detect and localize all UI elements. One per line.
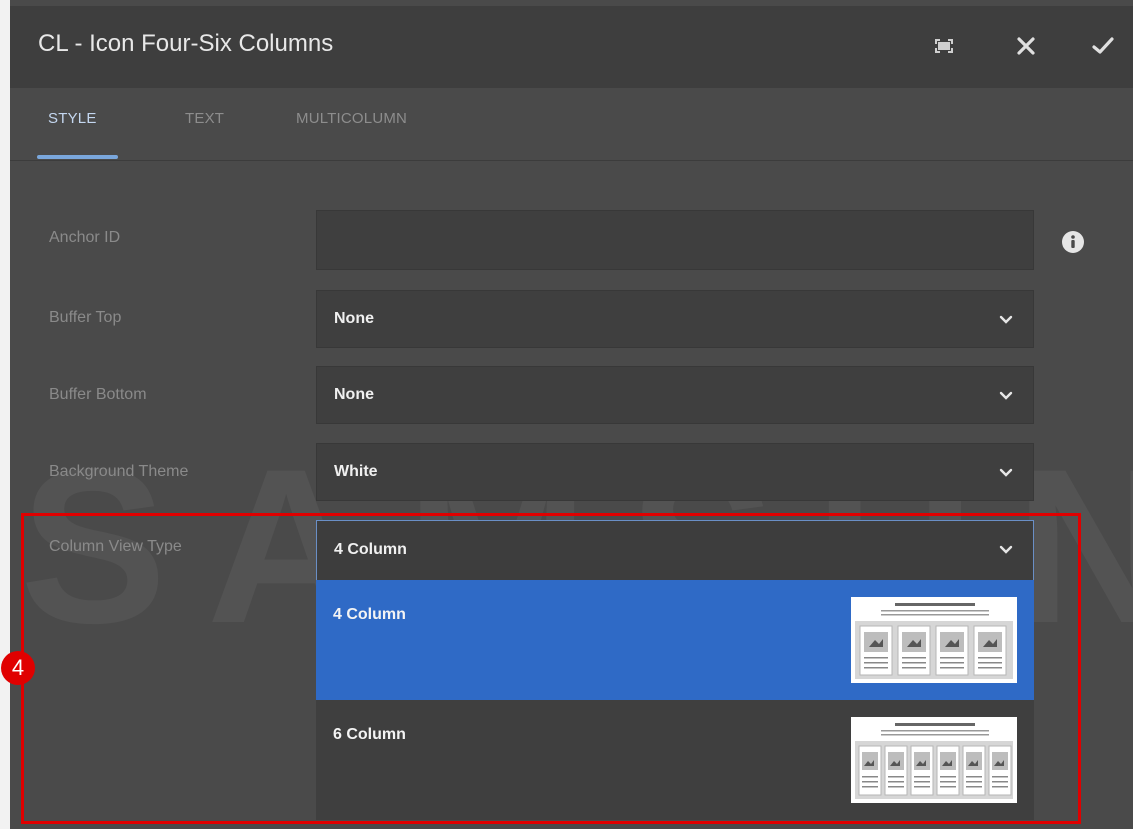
background-theme-label: Background Theme: [49, 463, 189, 480]
active-tab-indicator: [37, 155, 118, 159]
tab-text[interactable]: TEXT: [185, 110, 224, 127]
tab-bar: STYLE TEXT MULTICOLUMN: [10, 88, 1133, 161]
confirm-button[interactable]: [1087, 30, 1119, 62]
left-edge: [0, 0, 10, 829]
buffer-bottom-label: Buffer Bottom: [49, 386, 147, 403]
anchor-id-input[interactable]: [316, 210, 1034, 270]
anchor-id-label: Anchor ID: [49, 229, 121, 246]
buffer-top-label: Buffer Top: [49, 309, 122, 326]
checkmark-icon: [1092, 37, 1114, 54]
fullscreen-icon: [935, 39, 953, 53]
tab-style[interactable]: STYLE: [48, 110, 97, 127]
chevron-down-icon: [999, 315, 1013, 324]
chevron-down-icon: [999, 468, 1013, 477]
dialog-title: CL - Icon Four-Six Columns: [38, 30, 334, 57]
fullscreen-button[interactable]: [928, 30, 960, 62]
buffer-bottom-value: None: [334, 386, 374, 403]
close-icon: [1017, 37, 1035, 55]
buffer-top-value: None: [334, 310, 374, 327]
dialog-header: CL - Icon Four-Six Columns: [10, 6, 1133, 88]
annotation-highlight-box: [21, 513, 1081, 824]
background-theme-value: White: [334, 463, 378, 480]
annotation-badge: 4: [1, 651, 35, 685]
tab-multicolumn[interactable]: MULTICOLUMN: [296, 110, 407, 127]
buffer-top-select[interactable]: None: [316, 290, 1034, 348]
background-theme-select[interactable]: White: [316, 443, 1034, 501]
close-button[interactable]: [1010, 30, 1042, 62]
info-icon[interactable]: [1061, 230, 1085, 254]
buffer-bottom-select[interactable]: None: [316, 366, 1034, 424]
chevron-down-icon: [999, 391, 1013, 400]
